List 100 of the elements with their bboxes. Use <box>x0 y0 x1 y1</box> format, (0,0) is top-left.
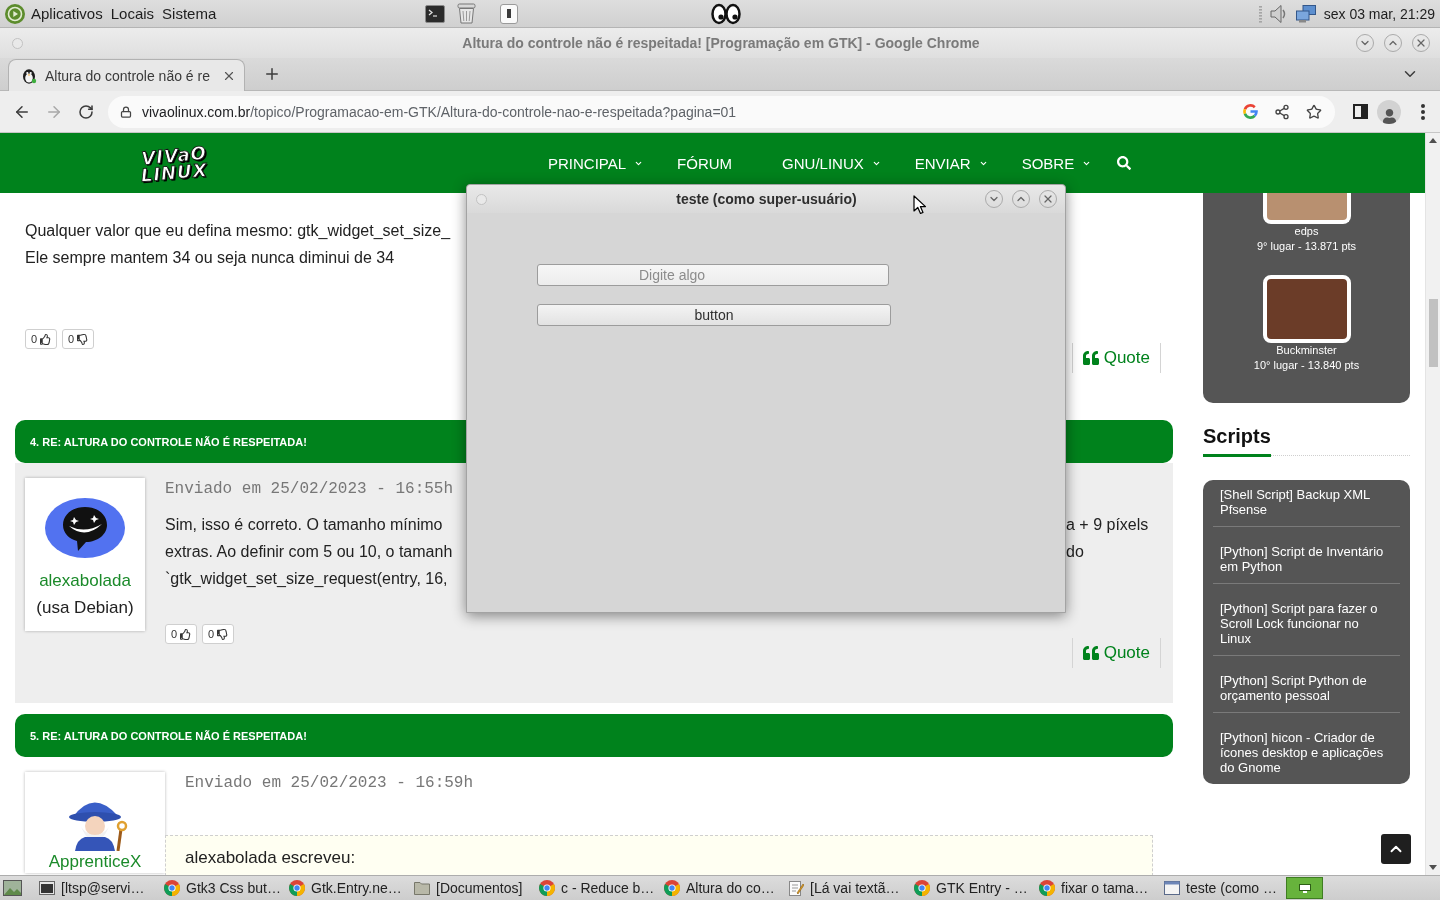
address-bar[interactable]: vivaolinux.com.br/topico/Programacao-em-GTK/Altura-do-controle-nao-e-respeitada?pagina=01 <box>108 95 1335 128</box>
taskbar-item[interactable]: Gtk.Entry.ne… <box>283 876 408 900</box>
scroll-down-icon[interactable] <box>1429 865 1437 870</box>
scrollbar-thumb[interactable] <box>1428 299 1438 367</box>
post-title: 5. RE: ALTURA DO CONTROLE NÃO É RESPEITADA! <box>30 729 307 742</box>
text-entry[interactable]: Digite algo <box>537 264 889 286</box>
post-text: extras. Ao definir com 5 ou 10, o tamanh <box>165 542 453 561</box>
eyes-icon[interactable] <box>711 2 741 25</box>
user-name[interactable]: edps <box>1294 224 1319 239</box>
dialog-button[interactable]: button <box>537 304 891 326</box>
multicolor-g-icon[interactable] <box>1243 104 1258 119</box>
dislike-button[interactable]: 0 <box>62 329 94 349</box>
user-name[interactable]: Buckminster <box>1276 343 1337 358</box>
profile-button[interactable] <box>1377 99 1401 124</box>
quote-button[interactable]: Quote <box>1071 638 1161 668</box>
nav-link[interactable]: FÓRUM <box>677 154 733 172</box>
window-title: Altura do controle não é respeitada! [Programação em GTK] - Google Chrome <box>462 35 980 51</box>
script-link[interactable]: [Shell Script] Backup XML Pfsense <box>1213 480 1400 527</box>
post-date: Enviado em 25/02/2023 - 16:59h <box>185 774 474 792</box>
taskbar-item[interactable]: c - Reduce b… <box>533 876 658 900</box>
thumbs-up-icon <box>180 628 192 640</box>
reload-icon <box>78 103 94 120</box>
drag-handle-icon <box>1258 4 1262 23</box>
search-button[interactable] <box>1117 156 1132 170</box>
user-rank: 10° lugar - 13.840 pts <box>1253 358 1360 373</box>
network-icon[interactable] <box>1295 4 1316 23</box>
post-text: do <box>1066 542 1084 561</box>
script-link[interactable]: [Python] hicon - Criador de ícones desktop e aplicações do Gnome <box>1213 713 1400 784</box>
close-icon <box>1042 193 1054 205</box>
author-distro: (usa Debian) <box>36 597 134 619</box>
thumbs-down-icon <box>77 333 89 345</box>
panel-menu[interactable]: Sistema <box>162 5 217 22</box>
taskbar-item[interactable]: [Lá vai textã… <box>783 876 908 900</box>
post-date: Enviado em 25/02/2023 - 16:55h <box>165 480 454 498</box>
mouse-pointer-icon <box>913 195 927 215</box>
panel-menu[interactable]: Aplicativos <box>31 5 103 22</box>
browser-icon <box>539 880 555 896</box>
nav-link[interactable]: GNU/LINUX <box>782 154 881 172</box>
text-editor-icon <box>789 880 804 896</box>
speaker-icon[interactable] <box>1269 3 1288 24</box>
quote-button[interactable]: Quote <box>1071 343 1161 373</box>
browser-icon <box>289 880 305 896</box>
taskbar-item[interactable]: [Documentos] <box>408 876 533 900</box>
like-button[interactable]: 0 <box>165 624 197 644</box>
back-to-top-button[interactable] <box>1381 834 1411 864</box>
taskbar-item[interactable]: GTK Entry - … <box>908 876 1033 900</box>
trash-icon[interactable] <box>457 3 476 24</box>
post-text: Qualquer valor que eu defina mesmo: gtk_widget_set_size_ <box>25 221 451 240</box>
quote-icon <box>1082 350 1099 366</box>
terminal-icon[interactable] <box>425 4 445 23</box>
penguin-icon <box>21 67 37 84</box>
browser-tab[interactable]: Altura do controle não é re <box>8 59 245 91</box>
taskbar-item[interactable]: [ltsp@servi… <box>33 876 158 900</box>
taskbar-item[interactable]: teste (como … <box>1158 876 1283 900</box>
nav-link[interactable]: PRINCIPAL <box>548 154 644 172</box>
share-icon[interactable] <box>1274 103 1290 120</box>
browser-icon <box>664 880 680 896</box>
like-button[interactable]: 0 <box>25 329 57 349</box>
monitor-icon <box>1298 883 1311 893</box>
quote-icon <box>1082 645 1099 661</box>
section-title: Scripts <box>1203 424 1271 457</box>
terminal-icon <box>39 881 55 895</box>
desktop-icon[interactable] <box>3 880 22 896</box>
script-link[interactable]: [Python] Script de Inventário em Python <box>1213 527 1400 584</box>
lock-icon <box>120 105 132 118</box>
nav-link[interactable]: SOBRE <box>1021 154 1092 172</box>
script-link[interactable]: [Python] Script para fazer o Scroll Lock funcionar no Linux <box>1213 584 1400 656</box>
post-text: Sim, isso é correto. O tamanho mínimo <box>165 515 443 534</box>
taskbar-item[interactable]: Altura do co… <box>658 876 783 900</box>
post-text: a + 9 píxels <box>1066 515 1149 534</box>
dialog-title: teste (como super-usuário) <box>676 191 857 207</box>
scroll-up-icon[interactable] <box>1429 138 1437 143</box>
browser-icon <box>164 880 180 896</box>
browser-icon <box>1039 880 1055 896</box>
url-text: vivaolinux.com.br/topico/Programacao-em-GTK/Altura-do-controle-nao-e-respeitada?pagina=01 <box>142 103 737 120</box>
author-name[interactable]: alexabolada <box>39 567 131 594</box>
panel-menu[interactable]: Locais <box>110 5 155 22</box>
close-icon <box>1415 37 1427 49</box>
post-title: 4. RE: ALTURA DO CONTROLE NÃO É RESPEITADA! <box>30 435 307 448</box>
toggle-icon[interactable] <box>500 3 518 24</box>
play-logo-icon[interactable] <box>5 3 25 24</box>
script-link[interactable]: [Python] Script Python de orçamento pessoal <box>1213 656 1400 713</box>
browser-icon <box>914 880 930 896</box>
plus-icon <box>263 65 281 83</box>
folder-icon <box>414 881 430 895</box>
clock[interactable]: sex 03 mar, 21:29 <box>1323 5 1435 22</box>
side-panel-icon[interactable] <box>1353 104 1368 119</box>
grinning-bubble-icon <box>45 498 125 558</box>
thumbs-up-icon <box>40 333 52 345</box>
star-icon[interactable] <box>1306 103 1322 120</box>
taskbar-item[interactable]: fixar o tama… <box>1033 876 1158 900</box>
user-rank: 9° lugar - 13.871 pts <box>1256 239 1357 254</box>
thumbs-down-icon <box>217 628 229 640</box>
post-text: `gtk_widget_set_size_request(entry, 16, <box>165 569 448 588</box>
taskbar-item[interactable]: Gtk3 Css but… <box>158 876 283 900</box>
author-name[interactable]: ApprenticeX <box>48 851 142 873</box>
dislike-button[interactable]: 0 <box>202 624 234 644</box>
site-logo[interactable]: VIVaO LINUX <box>138 140 230 186</box>
workspace-switcher[interactable] <box>1286 877 1323 899</box>
nav-link[interactable]: ENVIAR <box>914 154 988 172</box>
